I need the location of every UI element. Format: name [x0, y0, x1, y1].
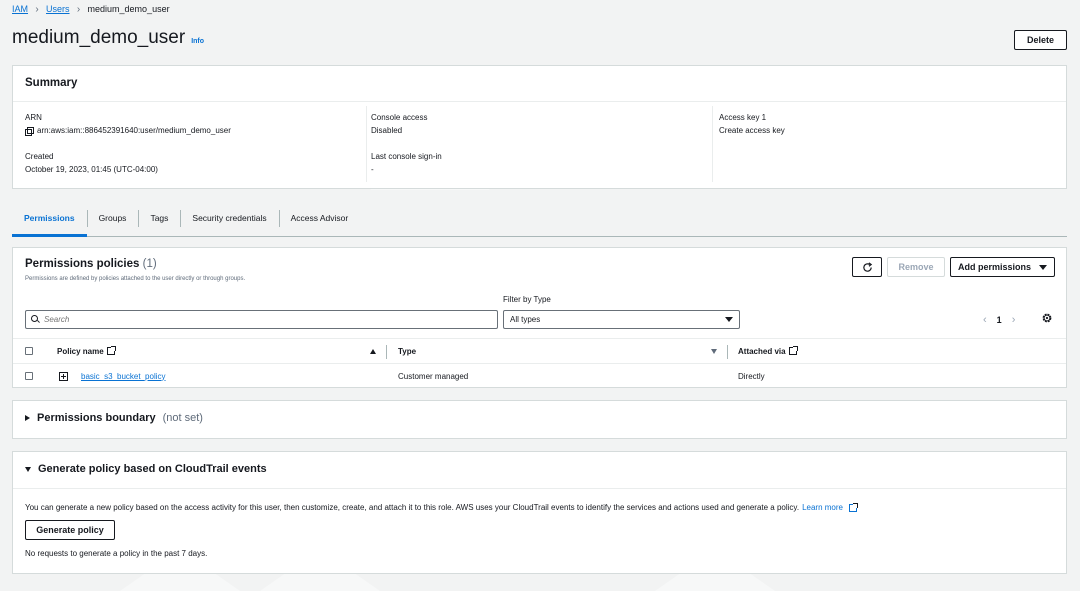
policies-title: Permissions policies (1) [25, 258, 157, 270]
cloudtrail-policy-panel: Generate policy based on CloudTrail even… [12, 451, 1067, 574]
column-divider [366, 106, 367, 182]
cloudtrail-title: Generate policy based on CloudTrail even… [38, 463, 267, 475]
tab-groups[interactable]: Groups [86, 207, 139, 229]
add-permissions-button[interactable]: Add permissions [950, 257, 1055, 277]
access-key-label: Access key 1 [719, 113, 767, 122]
permissions-policies-panel: Permissions policies (1) Permissions are… [12, 247, 1067, 388]
policies-title-text: Permissions policies [25, 258, 140, 270]
cloudtrail-note: No requests to generate a policy in the … [25, 549, 208, 558]
breadcrumb: IAM › Users › medium_demo_user [12, 3, 170, 15]
info-link[interactable]: Info [191, 38, 204, 45]
policy-type: Customer managed [398, 371, 469, 381]
divider [13, 488, 1066, 489]
summary-body: ARN arn:aws:iam::886452391640:user/mediu… [13, 102, 1066, 188]
tab-permissions[interactable]: Permissions [12, 207, 87, 237]
summary-column-arn: ARN arn:aws:iam::886452391640:user/mediu… [25, 113, 360, 191]
column-attached-via: Attached via [738, 339, 798, 363]
tab-tags[interactable]: Tags [138, 207, 180, 229]
policy-name-link[interactable]: basic_s3_bucket_policy [81, 364, 166, 388]
last-signin-label: Last console sign-in [371, 152, 442, 161]
row-checkbox[interactable] [25, 372, 33, 380]
table-header: Policy name Type Attached via [13, 338, 1066, 364]
last-signin-value: - [371, 165, 374, 174]
breadcrumb-iam-link[interactable]: IAM [12, 4, 28, 14]
breadcrumb-users-link[interactable]: Users [46, 4, 70, 14]
sort-descending-icon[interactable] [711, 348, 717, 354]
copy-icon[interactable] [25, 126, 34, 136]
policy-attached-via: Directly [738, 371, 765, 381]
previous-page-icon[interactable]: ‹ [983, 314, 987, 326]
column-separator [727, 345, 728, 359]
created-label: Created [25, 152, 54, 161]
expand-plus-icon[interactable] [59, 371, 68, 381]
type-filter-select[interactable]: All types [503, 310, 740, 329]
pagination: ‹ 1 › [983, 311, 1015, 328]
arn-label: ARN [25, 113, 42, 122]
created-value: October 19, 2023, 01:45 (UTC-04:00) [25, 165, 158, 174]
type-filter-value: All types [510, 315, 541, 324]
select-all-checkbox[interactable] [25, 347, 33, 355]
tab-bar: Permissions Groups Tags Security credent… [12, 207, 1067, 237]
current-page[interactable]: 1 [997, 315, 1002, 325]
policies-description: Permissions are defined by policies atta… [25, 276, 246, 282]
gear-icon[interactable] [1041, 312, 1053, 324]
cloudtrail-description: You can generate a new policy based on t… [25, 503, 800, 512]
remove-button[interactable]: Remove [887, 257, 945, 277]
cloudtrail-toggle[interactable]: Generate policy based on CloudTrail even… [25, 463, 267, 475]
search-box [25, 310, 498, 329]
external-link-icon [106, 346, 116, 355]
search-input[interactable] [44, 315, 464, 324]
caret-right-icon [25, 415, 30, 421]
attached-via-header: Attached via [738, 346, 786, 356]
chevron-right-icon: › [76, 3, 81, 15]
policies-table: Policy name Type Attached via basic_s3_b… [13, 338, 1066, 388]
external-link-icon[interactable] [848, 502, 858, 512]
refresh-icon [862, 261, 872, 272]
policy-name-header: Policy name [57, 346, 104, 356]
summary-column-console: Console access Disabled Last console sig… [371, 113, 711, 191]
external-link-icon [788, 346, 798, 355]
policies-count: (1) [142, 258, 157, 270]
page-title: medium_demo_user [12, 27, 186, 48]
column-policy-name[interactable]: Policy name [57, 339, 116, 363]
console-access-value: Disabled [371, 126, 403, 135]
create-access-key-link[interactable]: Create access key [719, 126, 1059, 135]
caret-down-icon [25, 466, 31, 472]
cloudtrail-description-line: You can generate a new policy based on t… [25, 502, 858, 512]
caret-down-icon [1039, 264, 1047, 270]
sort-ascending-icon[interactable] [370, 348, 376, 354]
summary-title: Summary [13, 66, 1066, 102]
permissions-boundary-panel: Permissions boundary (not set) [12, 400, 1067, 439]
filter-by-type-label: Filter by Type [503, 295, 551, 304]
permissions-boundary-toggle[interactable]: Permissions boundary (not set) [25, 412, 203, 424]
boundary-title: Permissions boundary [37, 412, 156, 424]
arn-value: arn:aws:iam::886452391640:user/medium_de… [37, 126, 231, 135]
generate-policy-button[interactable]: Generate policy [25, 520, 115, 540]
breadcrumb-current: medium_demo_user [87, 4, 170, 14]
summary-column-access-key: Access key 1 Create access key [719, 113, 1059, 152]
tab-security-credentials[interactable]: Security credentials [180, 207, 278, 229]
search-icon [31, 315, 40, 324]
column-separator [386, 345, 387, 359]
column-divider [712, 106, 713, 182]
summary-panel: Summary ARN arn:aws:iam::886452391640:us… [12, 65, 1067, 189]
tab-access-advisor[interactable]: Access Advisor [278, 207, 361, 229]
refresh-button[interactable] [852, 257, 882, 277]
next-page-icon[interactable]: › [1012, 314, 1016, 326]
page-header: medium_demo_user Info [12, 27, 204, 49]
caret-down-icon [725, 317, 733, 322]
chevron-right-icon: › [35, 3, 39, 15]
table-row: basic_s3_bucket_policy Customer managed … [13, 364, 1066, 388]
add-permissions-label: Add permissions [957, 262, 1031, 272]
type-header[interactable]: Type [398, 339, 416, 363]
console-access-label: Console access [371, 113, 428, 122]
learn-more-link[interactable]: Learn more [802, 503, 843, 512]
delete-button[interactable]: Delete [1014, 30, 1067, 50]
boundary-status: (not set) [162, 412, 203, 424]
